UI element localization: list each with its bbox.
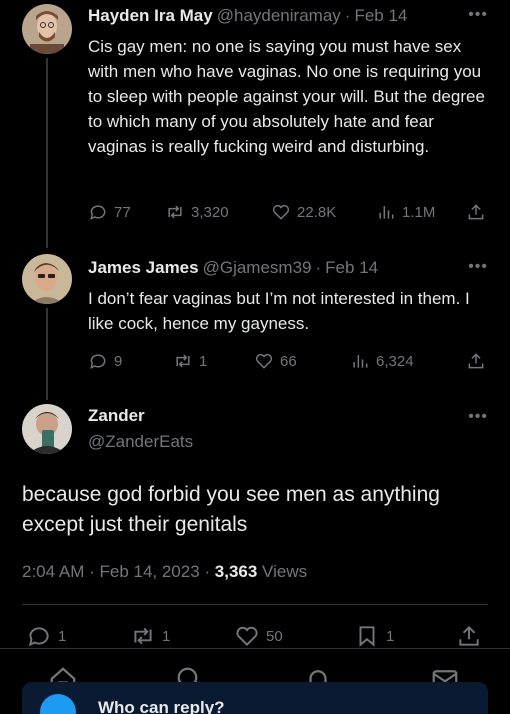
repost-icon [134, 627, 152, 645]
tweet-date[interactable]: Feb 14 [354, 5, 407, 27]
tweet-text: because god forbid you see men as anythi… [22, 483, 440, 536]
reply-restriction-text: Who can reply? [98, 698, 225, 714]
repost-count: 3,320 [191, 203, 229, 221]
views-count: 6,324 [376, 352, 414, 370]
reply-button[interactable]: 77 [88, 202, 131, 222]
reply-icon [28, 627, 49, 647]
views-count: 1.1M [402, 203, 436, 221]
share-icon [459, 625, 479, 646]
avatar[interactable] [22, 254, 72, 304]
reply-count: 9 [114, 352, 123, 370]
display-name[interactable]: Hayden Ira May [88, 5, 213, 27]
share-button[interactable] [456, 623, 482, 649]
thread-line [46, 308, 48, 400]
views-icon [379, 206, 394, 219]
repost-icon [176, 354, 190, 368]
display-name[interactable]: James James [88, 257, 199, 279]
like-count: 50 [266, 627, 283, 645]
tweet-text: Cis gay men: no one is saying you must h… [88, 37, 485, 156]
like-button[interactable]: 66 [254, 351, 297, 371]
reply-count: 77 [114, 203, 131, 221]
like-button[interactable]: 22.8K [271, 202, 336, 222]
share-button[interactable] [466, 351, 486, 371]
bookmark-icon [359, 626, 375, 647]
separator: · [344, 6, 351, 25]
share-button[interactable] [466, 202, 486, 222]
display-name[interactable]: Zander [88, 406, 145, 426]
tweet-actions: 9 1 66 6,324 [88, 348, 492, 374]
views-button[interactable]: 6,324 [350, 351, 414, 371]
reply-restriction-icon [40, 694, 76, 714]
heart-icon [236, 626, 258, 647]
tweet-actions: 1 1 50 1 [26, 623, 486, 649]
reply-restriction-banner[interactable]: Who can reply? [22, 682, 488, 714]
reply-button[interactable]: 9 [88, 351, 122, 371]
repost-count: 1 [162, 627, 171, 645]
views-label: Views [257, 562, 308, 581]
repost-button[interactable]: 3,320 [165, 202, 229, 222]
like-button[interactable]: 50 [234, 623, 283, 649]
views-button[interactable]: 1.1M [376, 202, 435, 222]
heart-icon [255, 353, 273, 369]
views-icon [353, 355, 368, 368]
repost-button[interactable]: 1 [130, 623, 170, 649]
like-count: 22.8K [297, 203, 337, 221]
reply-icon [90, 205, 106, 221]
avatar[interactable] [22, 4, 72, 54]
heart-icon [272, 204, 290, 220]
repost-icon [168, 205, 182, 219]
share-icon [468, 353, 484, 369]
divider [22, 604, 488, 605]
like-count: 66 [280, 352, 297, 370]
tweet-actions: 77 3,320 22.8K 1.1M [88, 199, 492, 225]
bookmark-count: 1 [386, 627, 395, 645]
views-count: 3,363 [214, 562, 258, 581]
repost-count: 1 [199, 352, 208, 370]
tweet-text: I don’t fear vaginas but I’m not interes… [88, 289, 470, 333]
separator: · [315, 258, 322, 277]
avatar[interactable] [22, 404, 72, 454]
tweet-header: Hayden Ira May @haydeniramay · Feb 14 [88, 5, 407, 27]
tweet-date[interactable]: Feb 14 [325, 257, 378, 279]
repost-button[interactable]: 1 [173, 351, 207, 371]
more-options-icon[interactable]: ••• [468, 408, 488, 426]
tweet-timestamp[interactable]: 2:04 AM · Feb 14, 2023 · [22, 562, 215, 581]
tweet-meta: 2:04 AM · Feb 14, 2023 · 3,363 Views [22, 562, 307, 582]
more-options-icon[interactable]: ••• [468, 6, 488, 24]
handle[interactable]: @ZanderEats [88, 432, 193, 452]
bookmark-button[interactable]: 1 [354, 623, 394, 649]
handle[interactable]: @Gjamesm39 [203, 257, 312, 279]
thread-line [46, 58, 48, 248]
reply-icon [90, 354, 106, 370]
share-icon [468, 204, 484, 220]
reply-count: 1 [58, 627, 67, 645]
tweet-header: James James @Gjamesm39 · Feb 14 [88, 257, 378, 279]
handle[interactable]: @haydeniramay [217, 5, 341, 27]
reply-button[interactable]: 1 [26, 623, 66, 649]
more-options-icon[interactable]: ••• [468, 258, 488, 276]
